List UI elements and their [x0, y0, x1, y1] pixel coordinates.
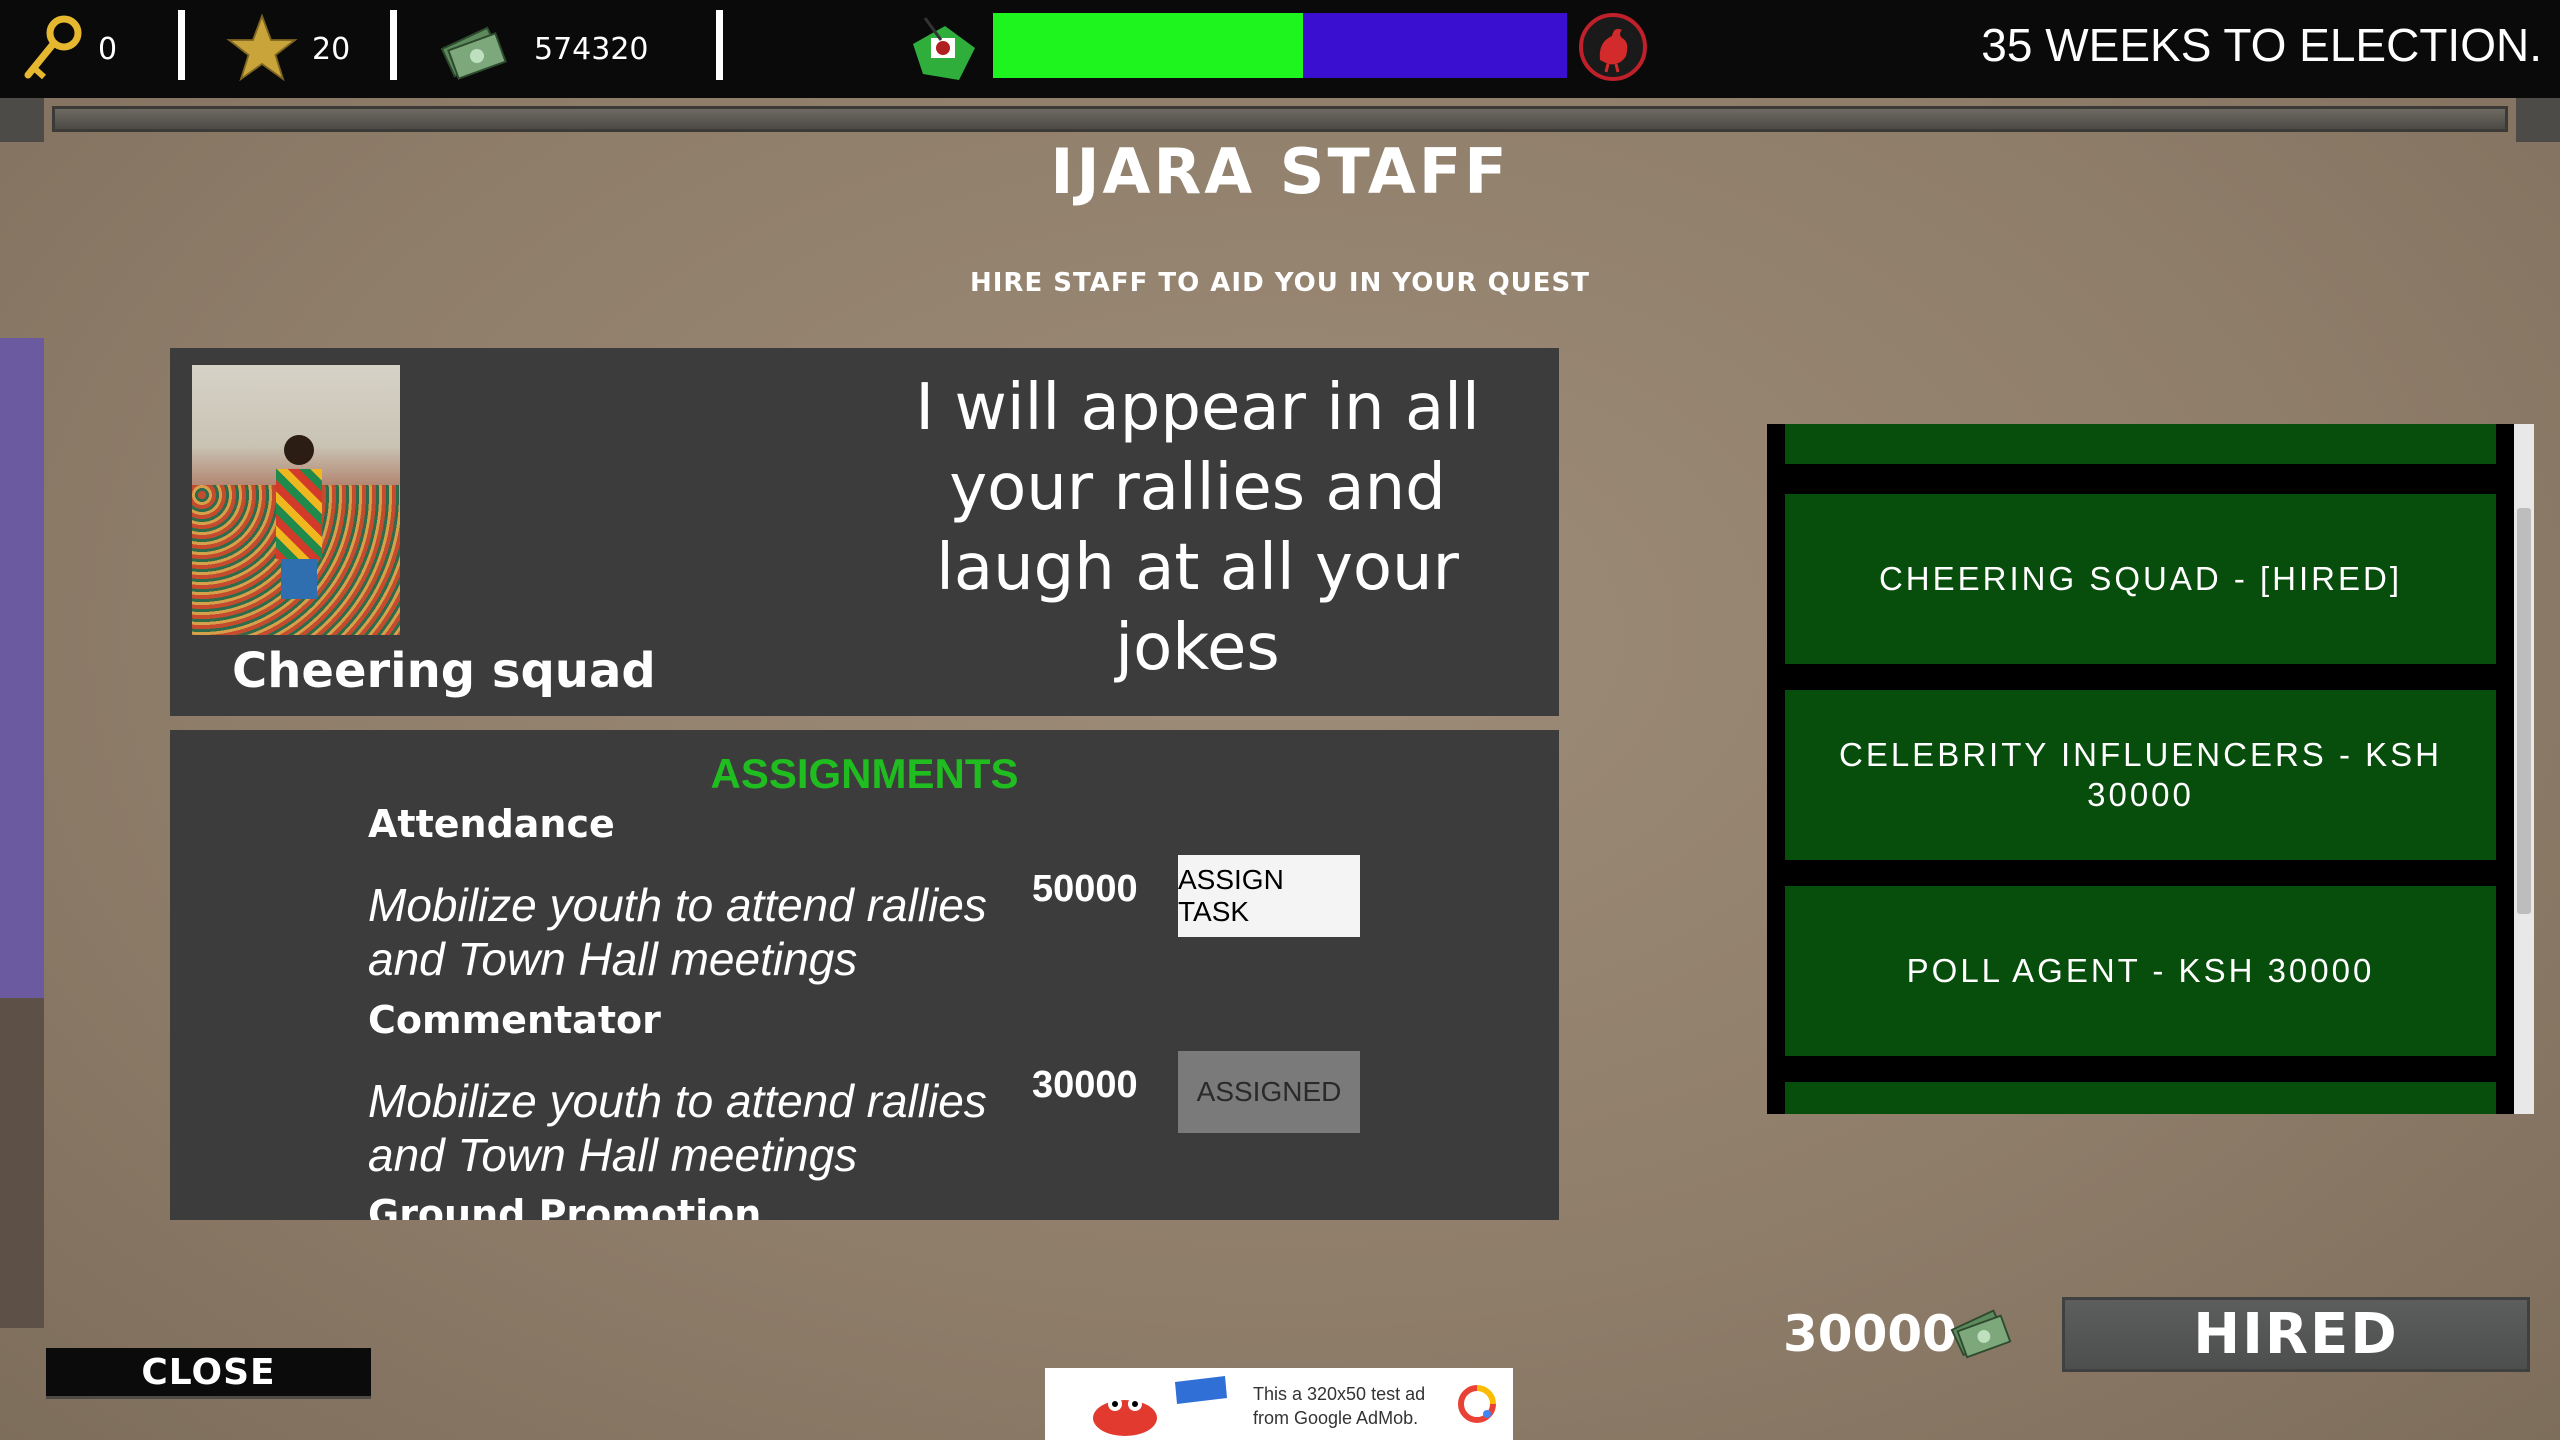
- hud-separator: [716, 10, 723, 80]
- staff-portrait: [192, 365, 400, 635]
- task-description: Mobilize youth to attend rallies and Tow…: [368, 1075, 987, 1181]
- admob-logo-icon: [1458, 1385, 1496, 1423]
- ad-mascot-icon: [1093, 1376, 1227, 1436]
- assignments-panel[interactable]: ASSIGNMENTS Attendance Mobilize youth to…: [170, 730, 1559, 1220]
- page-title: IJARA STAFF: [1050, 135, 1510, 208]
- ad-banner[interactable]: This a 320x50 test ad from Google AdMob.: [1045, 1368, 1513, 1440]
- rooster-icon: [1579, 13, 1647, 81]
- star-icon: [226, 13, 298, 82]
- portrait-person: [276, 435, 322, 599]
- task-cost: 30000: [1032, 1064, 1138, 1106]
- cash-icon: [1950, 1309, 2012, 1359]
- staff-list-item-celebrity-influencers[interactable]: CELEBRITY INFLUENCERS - KSH 30000: [1785, 690, 2496, 860]
- task-name: Attendance: [368, 802, 615, 846]
- top-hud: 0 20 574320 35 WEEKS TO ELECTION.: [0, 0, 2560, 98]
- staff-name: Cheering squad: [232, 643, 656, 699]
- keys-count: 0: [98, 31, 118, 67]
- keys-counter: 0: [20, 0, 117, 98]
- money-counter: 574320: [440, 0, 649, 98]
- ad-text-line: This a 320x50 test ad: [1253, 1384, 1426, 1404]
- panel-top-border: [52, 106, 2508, 132]
- page-subtitle: HIRE STAFF TO AID YOU IN YOUR QUEST: [970, 268, 1590, 298]
- stars-counter: 20: [226, 0, 350, 98]
- hired-button[interactable]: HIRED: [2062, 1297, 2530, 1372]
- hud-separator: [178, 10, 185, 80]
- staff-detail-card: Cheering squad I will appear in all your…: [170, 348, 1559, 716]
- staff-list-item-cheering-squad[interactable]: CHEERING SQUAD - [HIRED]: [1785, 494, 2496, 664]
- assigned-button: ASSIGNED: [1178, 1051, 1360, 1133]
- key-icon: [24, 15, 82, 80]
- hud-separator: [390, 10, 397, 80]
- staff-list-item-poll-agent[interactable]: POLL AGENT - KSH 30000: [1785, 886, 2496, 1056]
- ad-text: This a 320x50 test ad from Google AdMob.: [1253, 1382, 1425, 1430]
- ad-text-line: from Google AdMob.: [1253, 1408, 1419, 1428]
- party-flag-icon: [913, 17, 975, 80]
- assignments-heading: ASSIGNMENTS: [710, 750, 1019, 797]
- scrollbar-thumb[interactable]: [2517, 508, 2531, 914]
- staff-list-item[interactable]: [1785, 424, 2496, 464]
- side-tab-lower: [0, 998, 44, 1328]
- side-tab[interactable]: [0, 338, 44, 998]
- task-cost: 50000: [1032, 868, 1138, 910]
- meter-fill-right: [1302, 13, 1567, 78]
- popularity-meter: [993, 13, 1567, 78]
- staff-list[interactable]: CHEERING SQUAD - [HIRED] CELEBRITY INFLU…: [1767, 424, 2529, 1114]
- stars-count: 20: [312, 31, 351, 67]
- staff-description: I will appear in all your rallies and la…: [915, 371, 1480, 685]
- staff-price: 30000: [1783, 1305, 1957, 1363]
- task-description: Mobilize youth to attend rallies and Tow…: [368, 879, 987, 985]
- close-button[interactable]: CLOSE: [46, 1348, 371, 1396]
- staff-list-item[interactable]: [1785, 1082, 2496, 1114]
- task-name: Ground Promotion: [368, 1192, 762, 1220]
- task-name: Commentator: [368, 998, 661, 1042]
- money-amount: 574320: [534, 31, 649, 67]
- cash-icon: [440, 26, 507, 80]
- assign-task-button[interactable]: ASSIGN TASK: [1178, 855, 1360, 937]
- election-countdown: 35 WEEKS TO ELECTION.: [1981, 19, 2542, 71]
- meter-fill-left: [993, 13, 1303, 78]
